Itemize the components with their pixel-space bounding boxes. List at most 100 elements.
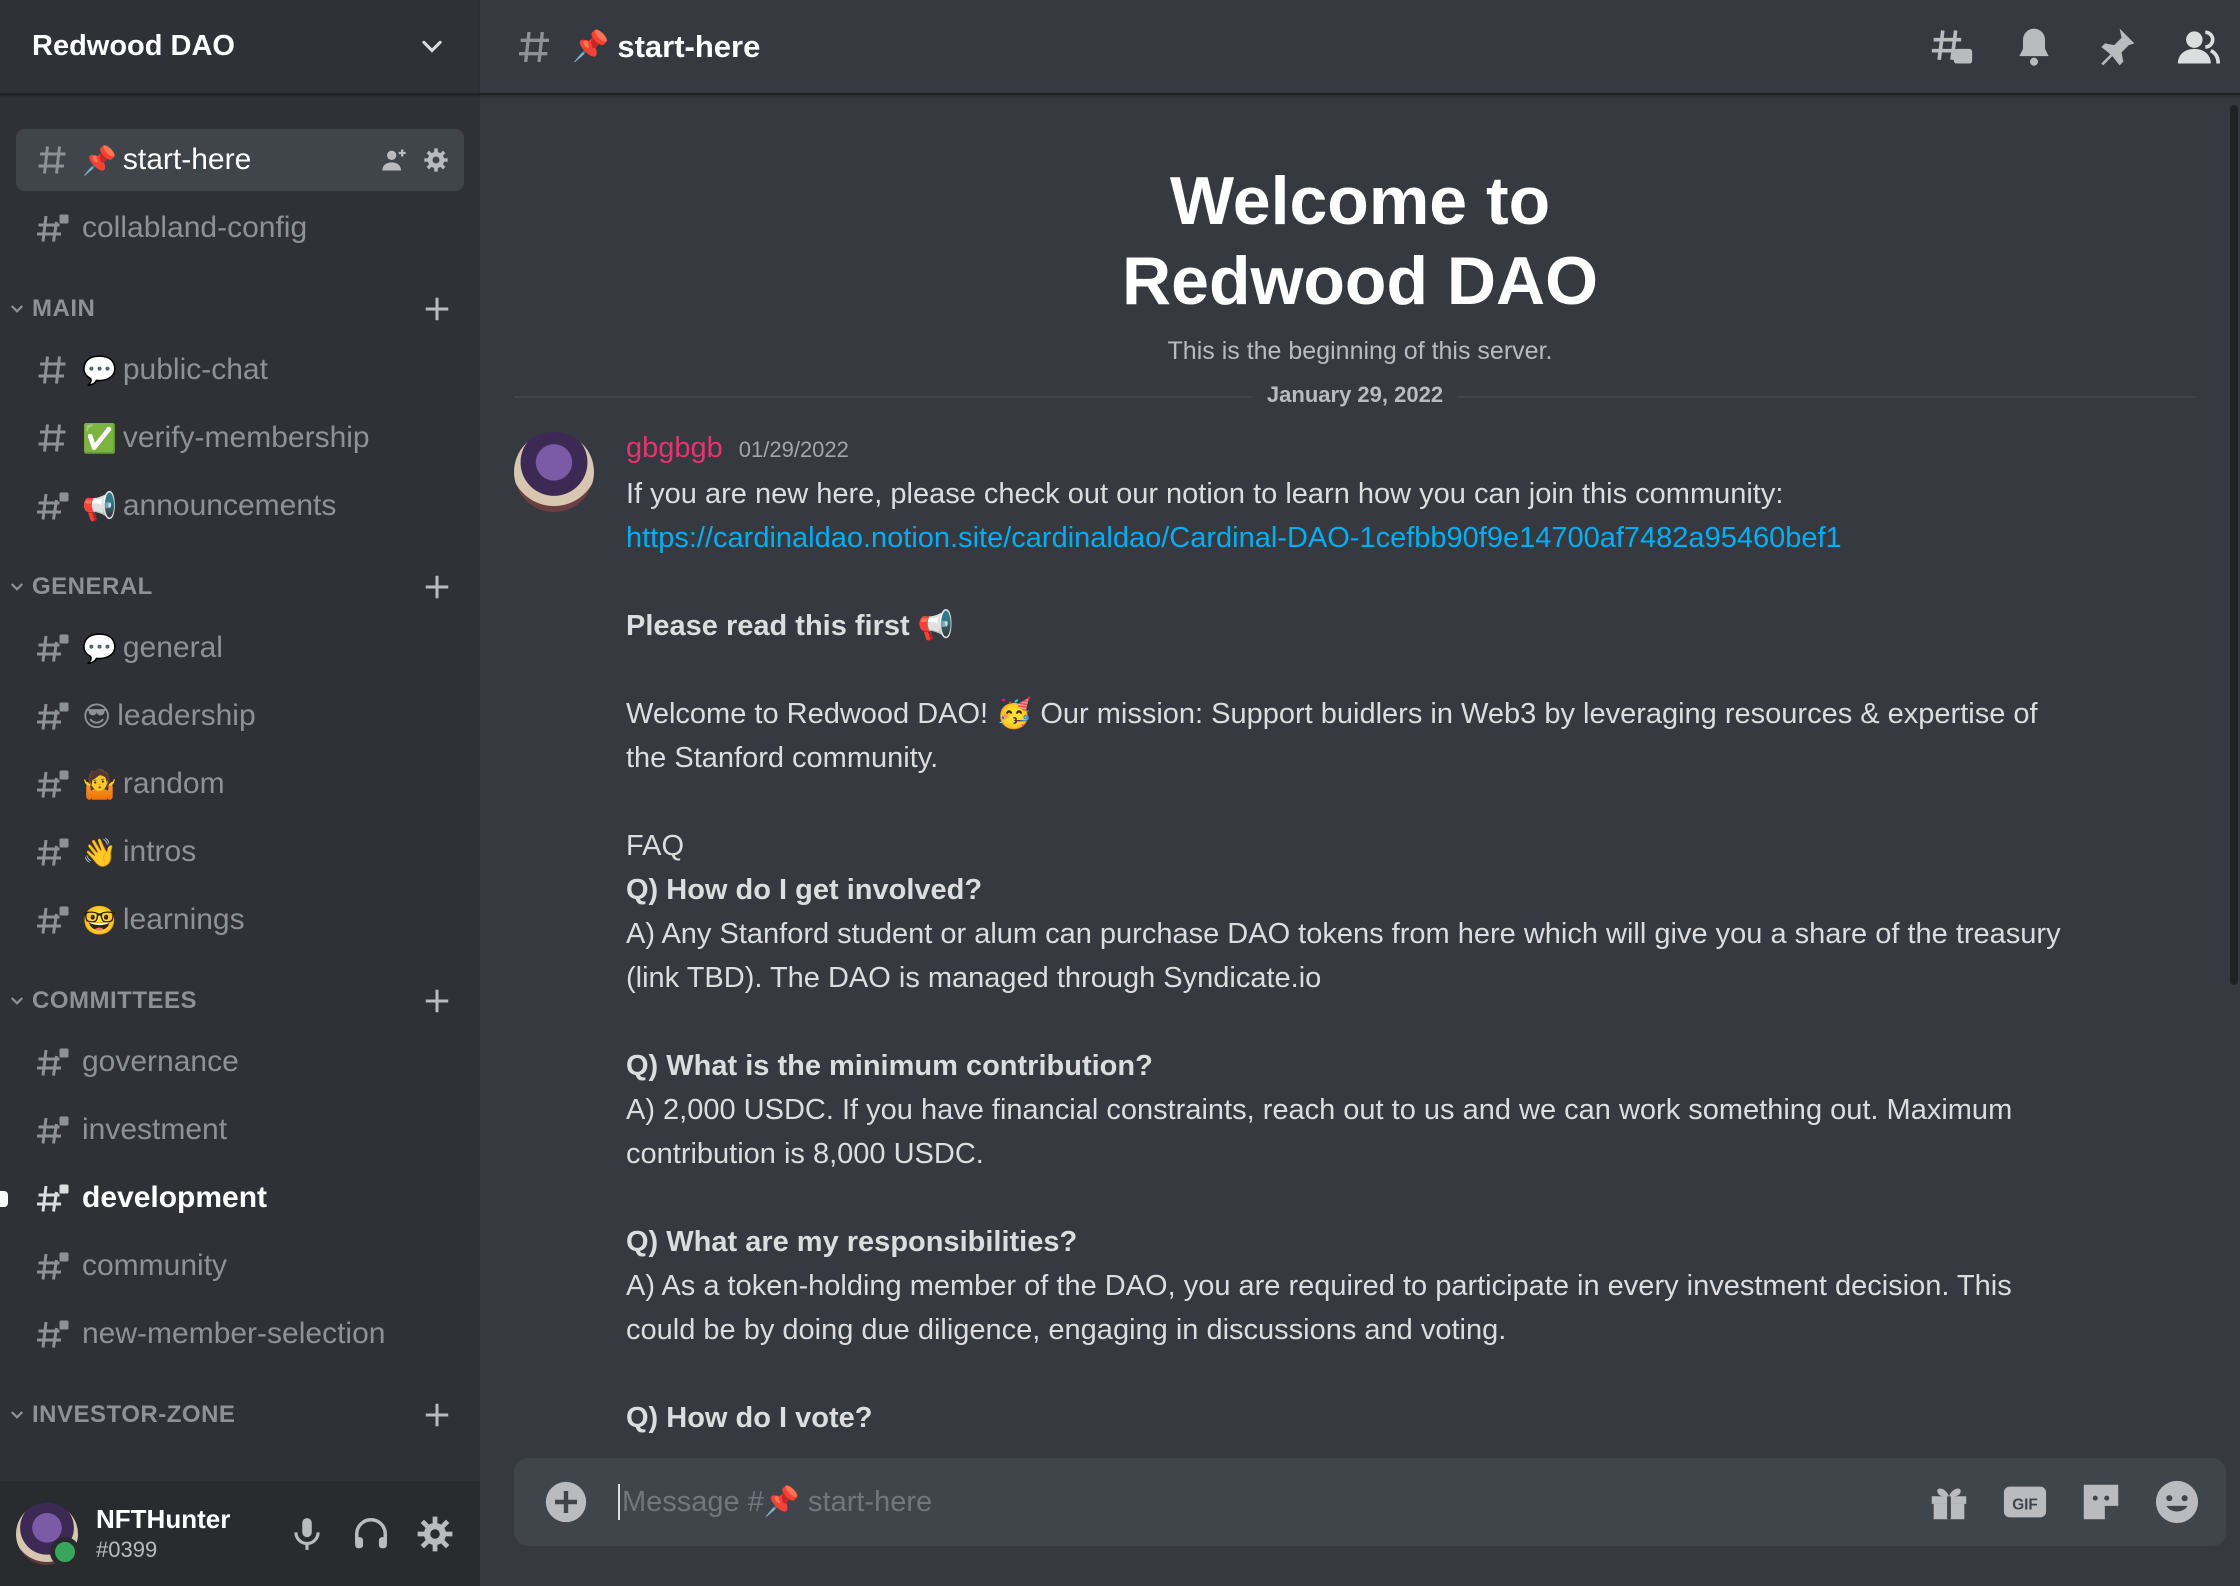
add-channel-icon[interactable] [422, 572, 452, 602]
pin-icon[interactable] [2094, 25, 2138, 69]
gif-icon[interactable]: GIF [2002, 1479, 2048, 1525]
chevron-down-icon [10, 305, 24, 313]
hash-icon [38, 356, 66, 384]
add-attachment-icon[interactable] [544, 1480, 588, 1524]
channel-list: 📌 start-here collabland-config MAIN 💬 pu… [0, 95, 480, 1435]
author-avatar[interactable] [514, 432, 594, 512]
user-panel: NFTHunter #0399 [0, 1481, 480, 1586]
gear-icon[interactable] [422, 146, 450, 174]
channel-emoji: 💬 [82, 632, 117, 664]
gift-icon[interactable] [1926, 1479, 1972, 1525]
user-avatar[interactable] [16, 1502, 80, 1567]
channel-general[interactable]: 💬 general [16, 617, 464, 679]
locked-hash-icon [37, 1320, 69, 1348]
chevron-down-icon [10, 583, 24, 591]
channel-name: general [122, 631, 223, 664]
message[interactable]: gbgbgb 01/29/2022 If you are new here, p… [480, 432, 2240, 1440]
channel-name: community [82, 1249, 228, 1282]
chat-area: 📌 start-here Welcome to Redwood DAO This… [480, 0, 2240, 1586]
chevron-down-icon [10, 1411, 24, 1419]
channel-investment[interactable]: investment [16, 1099, 464, 1161]
server-name: Redwood DAO [32, 30, 235, 62]
faq-label: FAQ [626, 830, 685, 862]
channel-start-here[interactable]: 📌 start-here [16, 129, 464, 191]
date-divider-label: January 29, 2022 [1252, 382, 1458, 408]
locked-hash-icon [37, 634, 69, 662]
channel-name: investment [82, 1113, 228, 1146]
username: NFTHunter [96, 1504, 231, 1534]
channel-new-member-selection[interactable]: new-member-selection [16, 1303, 464, 1365]
message-input[interactable]: Message #📌 start-here [618, 1484, 1926, 1520]
add-channel-icon[interactable] [422, 986, 452, 1016]
category-main[interactable]: MAIN [10, 289, 464, 329]
microphone-icon[interactable] [288, 1515, 326, 1553]
locked-hash-icon [37, 1184, 69, 1212]
scrollbar[interactable] [2230, 105, 2238, 985]
category-committees[interactable]: COMMITTEES [10, 981, 464, 1021]
welcome-subtitle: This is the beginning of this server. [1167, 337, 1553, 365]
channel-name: collabland-config [82, 211, 308, 244]
channel-sidebar: Redwood DAO 📌 start-here collabland-conf… [0, 0, 480, 1586]
headphones-icon[interactable] [352, 1515, 390, 1553]
bell-icon[interactable] [2012, 25, 2056, 69]
channel-community[interactable]: community [16, 1235, 464, 1297]
category-name: INVESTOR-ZONE [32, 1401, 236, 1428]
faq-answer: contribution is 8,000 USDC. [626, 1138, 984, 1170]
channel-public-chat[interactable]: 💬 public-chat [16, 339, 464, 401]
channel-random[interactable]: 🤷 random [16, 753, 464, 815]
locked-hash-icon [37, 1252, 69, 1280]
members-icon[interactable] [2176, 25, 2220, 69]
channel-name: governance [82, 1045, 239, 1078]
channel-emoji: 🤓 [82, 904, 117, 936]
unread-indicator [0, 1191, 8, 1207]
channel-intros[interactable]: 👋 intros [16, 821, 464, 883]
locked-hash-icon [37, 906, 69, 934]
channel-emoji: 📢 [82, 490, 117, 522]
locked-hash-icon [37, 702, 69, 730]
settings-gear-icon[interactable] [416, 1515, 454, 1553]
message-text: If you are new here, please check out ou… [626, 478, 1784, 510]
channel-title: start-here [617, 28, 761, 64]
channel-emoji: 📌 [572, 30, 610, 63]
channel-emoji: 😎 [82, 700, 112, 732]
channel-leadership[interactable]: 😎 leadership [16, 685, 464, 747]
channel-governance[interactable]: governance [16, 1031, 464, 1093]
message-text: Welcome to Redwood DAO! 🥳 Our mission: S… [626, 698, 2038, 730]
faq-answer: A) Any Stanford student or alum can purc… [626, 918, 2061, 950]
message-author[interactable]: gbgbgb [626, 432, 723, 465]
channel-name: public-chat [122, 353, 268, 386]
message-text: the Stanford community. [626, 742, 939, 774]
channel-name: learnings [122, 903, 245, 936]
category-general[interactable]: GENERAL [10, 567, 464, 607]
channel-name: verify-membership [122, 421, 370, 454]
channel-development[interactable]: development [0, 1167, 464, 1229]
category-name: COMMITTEES [32, 987, 197, 1014]
message-composer: Message #📌 start-here GIF [514, 1458, 2226, 1546]
add-channel-icon[interactable] [422, 294, 452, 324]
channel-name: development [82, 1181, 268, 1214]
message-link[interactable]: https://cardinaldao.notion.site/cardinal… [626, 516, 2200, 560]
channel-collabland-config[interactable]: collabland-config [16, 197, 464, 259]
emoji-icon[interactable] [2154, 1479, 2200, 1525]
sticker-icon[interactable] [2078, 1479, 2124, 1525]
invite-icon[interactable] [380, 146, 408, 174]
locked-hash-icon [37, 492, 69, 520]
channel-learnings[interactable]: 🤓 learnings [16, 889, 464, 951]
faq-question: Q) What is the minimum contribution? [626, 1050, 1153, 1082]
channel-verify-membership[interactable]: ✅ verify-membership [16, 407, 464, 469]
add-channel-icon[interactable] [422, 1400, 452, 1430]
threads-icon[interactable] [1930, 25, 1974, 69]
message-timestamp: 01/29/2022 [738, 437, 849, 462]
chevron-down-icon[interactable] [418, 33, 446, 61]
category-name: MAIN [32, 295, 96, 322]
welcome-banner: Welcome to Redwood DAO This is the begin… [480, 95, 2240, 366]
server-header[interactable]: Redwood DAO [0, 0, 480, 95]
channel-announcements[interactable]: 📢 announcements [16, 475, 464, 537]
category-investor-zone[interactable]: INVESTOR-ZONE [10, 1395, 464, 1435]
locked-hash-icon [37, 838, 69, 866]
channel-emoji: 🤷 [82, 768, 117, 800]
locked-hash-icon [37, 214, 69, 242]
locked-hash-icon [37, 1048, 69, 1076]
message-list[interactable]: Welcome to Redwood DAO This is the begin… [480, 95, 2240, 1456]
channel-emoji: 👋 [82, 836, 117, 868]
